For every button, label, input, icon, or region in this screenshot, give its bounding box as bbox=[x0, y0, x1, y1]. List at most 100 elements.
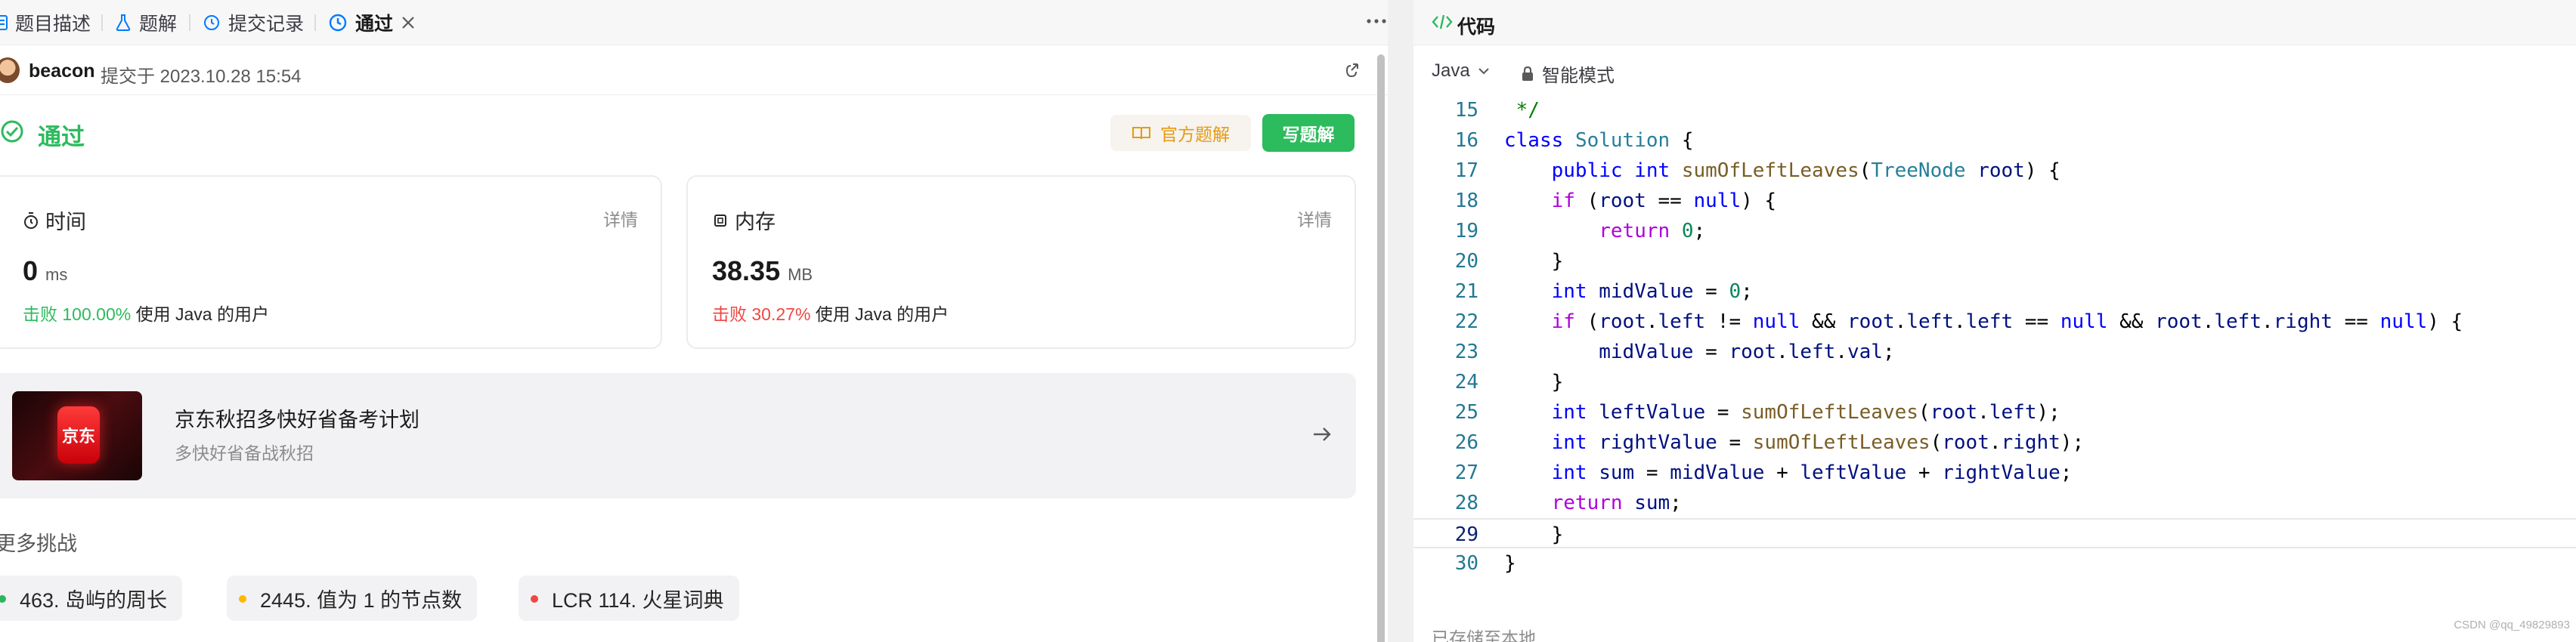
watermark: CSDN @qq_49829893 bbox=[2454, 619, 2570, 631]
official-solution-label: 官方题解 bbox=[1160, 125, 1230, 144]
code-text: } bbox=[1504, 552, 1516, 575]
more-horizontal-icon bbox=[1367, 19, 1386, 23]
code-title: 代码 bbox=[1457, 17, 1496, 38]
difficulty-dot bbox=[0, 595, 6, 603]
line-number: 30 bbox=[1454, 552, 1478, 575]
memory-beat-text: 击败 30.27% 使用 Java 的用户 bbox=[712, 300, 949, 326]
write-solution-button[interactable]: 写题解 bbox=[1262, 114, 1355, 152]
difficulty-dot bbox=[531, 595, 538, 603]
line-number: 24 bbox=[1454, 371, 1478, 394]
scrollbar-thumb[interactable] bbox=[1377, 54, 1385, 642]
runtime-beat-prefix: 击败 bbox=[23, 304, 57, 324]
line-number: 15 bbox=[1454, 99, 1478, 122]
smart-mode-toggle[interactable]: 智能模式 bbox=[1521, 60, 1615, 87]
memory-value: 38.35 MB bbox=[712, 255, 813, 287]
line-number: 25 bbox=[1454, 401, 1478, 424]
line-number: 19 bbox=[1454, 220, 1478, 242]
result-status: 通过 bbox=[38, 124, 85, 150]
difficulty-dot bbox=[239, 595, 246, 603]
chevron-down-icon bbox=[1478, 67, 1490, 75]
code-text: } bbox=[1504, 250, 1564, 273]
tab-description-label: 题目描述 bbox=[15, 14, 91, 35]
share-button[interactable] bbox=[1344, 61, 1362, 83]
code-line: 20 } bbox=[1413, 246, 2576, 276]
code-text: } bbox=[1504, 371, 1564, 394]
more-options-button[interactable] bbox=[1367, 14, 1386, 29]
challenge-chip[interactable]: 463. 岛屿的周长 bbox=[0, 576, 183, 621]
code-header: 代码 bbox=[1413, 0, 2576, 45]
memory-beat-prefix: 击败 bbox=[712, 304, 747, 324]
code-line: 21 int midValue = 0; bbox=[1413, 276, 2576, 307]
close-icon bbox=[402, 17, 414, 29]
runtime-title-label: 时间 bbox=[45, 211, 86, 233]
close-tab-button[interactable] bbox=[401, 0, 415, 45]
challenge-chip[interactable]: 2445. 值为 1 的节点数 bbox=[227, 576, 478, 621]
line-number: 26 bbox=[1454, 431, 1478, 454]
line-number: 22 bbox=[1454, 310, 1478, 333]
runtime-beat-suffix: 使用 Java 的用户 bbox=[135, 304, 269, 324]
line-number: 21 bbox=[1454, 280, 1478, 303]
tab-solutions[interactable]: 题解 bbox=[115, 0, 177, 45]
runtime-unit: ms bbox=[45, 265, 68, 284]
code-text: */ bbox=[1504, 99, 1540, 122]
promo-title: 京东秋招多快好省备考计划 bbox=[175, 409, 420, 431]
stopwatch-icon bbox=[23, 211, 39, 230]
code-line: 15 */ bbox=[1413, 95, 2576, 125]
runtime-title: 时间 bbox=[23, 205, 86, 235]
check-circle-icon bbox=[0, 119, 24, 147]
tab-passed-label: 通过 bbox=[355, 14, 394, 35]
challenge-label: 463. 岛屿的周长 bbox=[20, 588, 168, 612]
line-number: 27 bbox=[1454, 461, 1478, 484]
panel-divider[interactable] bbox=[1388, 0, 1413, 642]
document-icon bbox=[0, 14, 8, 31]
runtime-number: 0 bbox=[23, 255, 39, 286]
promo-image: 京东 bbox=[12, 391, 142, 480]
code-text: } bbox=[1504, 523, 1564, 546]
memory-beat-percent: 30.27% bbox=[751, 304, 811, 324]
challenge-chip[interactable]: LCR 114. 火星词典 bbox=[519, 576, 739, 621]
share-icon bbox=[1345, 63, 1358, 78]
code-text: int leftValue = sumOfLeftLeaves(root.lef… bbox=[1551, 401, 2060, 424]
tab-divider bbox=[189, 14, 190, 31]
promo-subtitle: 多快好省备战秋招 bbox=[175, 443, 314, 463]
history-icon bbox=[203, 14, 221, 32]
runtime-value: 0 ms bbox=[23, 255, 67, 287]
runtime-detail-link[interactable]: 详情 bbox=[603, 205, 638, 231]
submission-time: 提交于 2023.10.28 15:54 bbox=[101, 66, 302, 87]
jd-logo: 京东 bbox=[57, 406, 100, 464]
code-line: 23 midValue = root.left.val; bbox=[1413, 337, 2576, 367]
code-text: return sum; bbox=[1551, 492, 1682, 514]
tab-passed[interactable]: 通过 bbox=[328, 0, 393, 45]
memory-title-label: 内存 bbox=[735, 211, 776, 233]
code-text: return 0; bbox=[1599, 220, 1706, 242]
code-text: if (root.left != null && root.left.left … bbox=[1551, 310, 2463, 333]
arrow-right-icon bbox=[1311, 423, 1333, 449]
tab-submissions[interactable]: 提交记录 bbox=[203, 0, 304, 45]
line-number: 29 bbox=[1454, 523, 1478, 546]
code-icon bbox=[1432, 14, 1453, 34]
tab-divider bbox=[101, 14, 103, 31]
tab-description[interactable]: 题目描述 bbox=[0, 0, 91, 45]
chip-icon bbox=[712, 212, 729, 229]
code-line: 16 class Solution { bbox=[1413, 125, 2576, 156]
code-editor[interactable]: 15 */ 16 class Solution { 17 public int … bbox=[1413, 95, 2576, 616]
line-number: 17 bbox=[1454, 159, 1478, 182]
left-tab-bar: 题目描述 题解 提交记录 通过 bbox=[0, 0, 1388, 45]
code-text: if (root == null) { bbox=[1551, 190, 1777, 212]
tab-solutions-label: 题解 bbox=[139, 14, 178, 35]
clock-icon bbox=[328, 13, 348, 32]
book-icon bbox=[1132, 125, 1151, 140]
memory-detail-link[interactable]: 详情 bbox=[1297, 205, 1332, 231]
line-number: 23 bbox=[1454, 341, 1478, 363]
code-line: 24 } bbox=[1413, 367, 2576, 397]
language-select[interactable]: Java bbox=[1432, 60, 1490, 82]
code-text: class Solution { bbox=[1504, 129, 1694, 152]
runtime-card: 时间 详情 0 ms 击败 100.00% 使用 Java 的用户 bbox=[0, 175, 662, 349]
line-number: 28 bbox=[1454, 492, 1478, 514]
user-name[interactable]: beacon bbox=[29, 60, 95, 82]
official-solution-button[interactable]: 官方题解 bbox=[1110, 115, 1251, 151]
promo-banner[interactable]: 京东 京东秋招多快好省备考计划 多快好省备战秋招 bbox=[0, 373, 1356, 498]
left-scrollbar[interactable] bbox=[1376, 47, 1386, 642]
line-number: 20 bbox=[1454, 250, 1478, 273]
save-status: 已存储至本地 bbox=[1432, 628, 1536, 642]
